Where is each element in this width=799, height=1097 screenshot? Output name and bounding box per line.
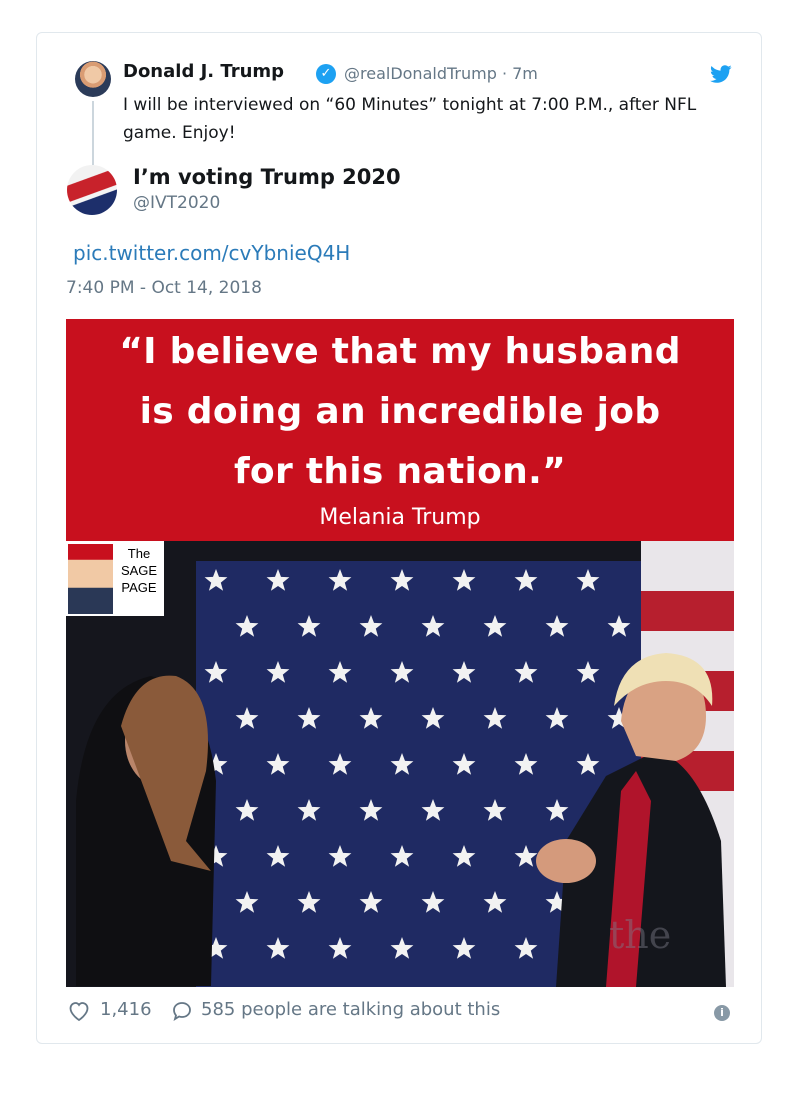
verified-badge-icon: ✓: [316, 64, 336, 84]
twitter-bird-icon[interactable]: [709, 63, 733, 85]
author-handle-and-time[interactable]: @realDonaldTrump · 7m: [344, 64, 538, 83]
sage-badge-photo: [68, 544, 113, 614]
thread-line: [92, 101, 94, 165]
quote-line-3: for this nation.”: [233, 451, 567, 492]
info-icon[interactable]: i: [714, 1005, 730, 1021]
pic-link[interactable]: pic.twitter.com/cvYbnieQ4H: [73, 241, 350, 265]
tweet-timestamp[interactable]: 7:40 PM - Oct 14, 2018: [66, 278, 262, 298]
like-count[interactable]: 1,416: [100, 999, 152, 1020]
quote-line-1: “I believe that my husband: [119, 331, 681, 372]
tweet-card[interactable]: Donald J. Trump ✓ @realDonaldTrump · 7m …: [36, 32, 762, 1044]
quoted-author-name[interactable]: I’m voting Trump 2020: [133, 165, 401, 189]
quoted-author-avatar[interactable]: [67, 165, 117, 215]
talking-link[interactable]: 585 people are talking about this: [201, 999, 500, 1020]
sage-badge-line-1: The: [127, 546, 151, 561]
flag-photo: The SAGE PAGE the: [66, 541, 734, 987]
quote-attribution: Melania Trump: [319, 505, 481, 530]
author-name[interactable]: Donald J. Trump: [123, 61, 284, 82]
photo-watermark: the: [609, 913, 672, 957]
quoted-author-handle[interactable]: @IVT2020: [133, 193, 220, 213]
heart-icon[interactable]: [66, 999, 92, 1023]
handle-separator: ·: [496, 64, 513, 83]
time-ago[interactable]: 7m: [512, 64, 538, 83]
tweet-image[interactable]: “I believe that my husband is doing an i…: [66, 319, 734, 987]
tweet-footer: 1,416 585 people are talking about this …: [66, 997, 736, 1025]
sage-page-badge: The SAGE PAGE: [66, 541, 164, 616]
author-handle[interactable]: @realDonaldTrump: [344, 64, 497, 83]
sage-badge-line-2: SAGE: [120, 563, 158, 578]
quote-banner: “I believe that my husband is doing an i…: [66, 319, 734, 541]
quote-line-2: is doing an incredible job: [139, 391, 661, 432]
tweet-text: I will be interviewed on “60 Minutes” to…: [123, 95, 697, 143]
reply-bubble-icon[interactable]: [170, 999, 194, 1023]
author-avatar[interactable]: [75, 61, 111, 97]
sage-badge-line-3: PAGE: [121, 580, 157, 595]
